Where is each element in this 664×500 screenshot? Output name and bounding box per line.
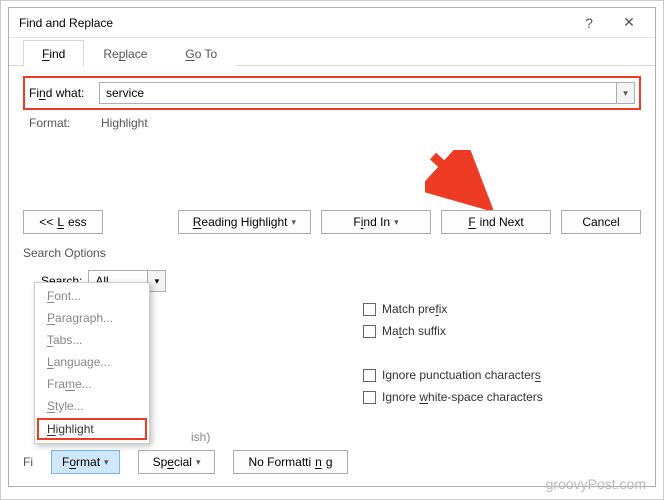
menu-item-paragraph[interactable]: Paragraph... [37,307,147,329]
checkbox-icon [363,325,376,338]
ignore-whitespace-label: Ignore white-space characters [382,390,543,404]
tab-strip: Find Replace Go To [9,38,655,66]
menu-item-tabs[interactable]: Tabs... [37,329,147,351]
titlebar: Find and Replace ? ✕ [9,8,655,38]
format-button[interactable]: Format▾ [51,450,120,474]
checkbox-icon [363,303,376,316]
chevron-down-icon[interactable]: ▾ [147,271,165,291]
find-what-highlight-box: Find what: ▾ [23,76,641,110]
find-what-label: Find what: [29,86,93,100]
close-button[interactable]: ✕ [609,14,649,31]
chevron-down-icon: ▾ [196,457,201,468]
format-value: Highlight [101,116,148,130]
ignore-whitespace-checkbox[interactable]: Ignore white-space characters [363,386,543,408]
chevron-down-icon: ▾ [394,217,399,228]
less-button[interactable]: << Less [23,210,103,234]
ignore-punctuation-checkbox[interactable]: Ignore punctuation characters [363,364,543,386]
tab-find[interactable]: Find [23,40,84,66]
reading-highlight-button[interactable]: Reading Highlight▾ [178,210,311,234]
search-options-title: Search Options [23,246,641,260]
menu-item-language[interactable]: Language... [37,351,147,373]
format-label: Format: [29,116,101,130]
help-button[interactable]: ? [569,15,609,31]
match-suffix-checkbox[interactable]: Match suffix [363,320,543,342]
match-prefix-checkbox[interactable]: Match prefix [363,298,543,320]
tab-find-label: Find [42,47,65,61]
find-what-dropdown-icon[interactable]: ▾ [616,83,634,103]
footer-label: Fi [23,455,33,469]
button-row: << Less Reading Highlight▾ Find In▾ Find… [23,210,641,234]
dialog-title: Find and Replace [19,16,569,30]
tab-replace-label: Replace [103,47,147,61]
options-right-column: Match prefix Match suffix Ignore punctua… [323,298,543,444]
no-formatting-button[interactable]: No Formatting [233,450,347,474]
ignore-punctuation-label: Ignore punctuation characters [382,368,541,382]
checkbox-icon [363,391,376,404]
find-in-button[interactable]: Find In▾ [321,210,431,234]
find-what-combo[interactable]: ▾ [99,82,635,104]
cancel-button[interactable]: Cancel [561,210,641,234]
format-popup-menu: Font... Paragraph... Tabs... Language...… [34,282,150,444]
chevron-down-icon: ▾ [104,457,109,468]
menu-item-style[interactable]: Style... [37,395,147,417]
watermark: groovyPost.com [546,476,646,492]
menu-item-font[interactable]: Font... [37,285,147,307]
tab-goto-label: Go To [185,47,217,61]
menu-item-frame[interactable]: Frame... [37,373,147,395]
tab-replace[interactable]: Replace [84,40,166,66]
chevron-down-icon: ▾ [291,217,296,228]
footer-row: Fi Format▾ Special▾ No Formatting [23,450,348,474]
match-prefix-label: Match prefix [382,302,447,316]
tab-goto[interactable]: Go To [166,40,236,66]
menu-item-highlight[interactable]: Highlight [37,418,147,440]
match-suffix-label: Match suffix [382,324,446,338]
checkbox-icon [363,369,376,382]
find-next-button[interactable]: Find Next [441,210,551,234]
format-row: Format: Highlight [23,110,641,130]
find-what-row: Find what: ▾ [29,82,635,104]
find-what-input[interactable] [100,83,616,103]
special-button[interactable]: Special▾ [138,450,216,474]
